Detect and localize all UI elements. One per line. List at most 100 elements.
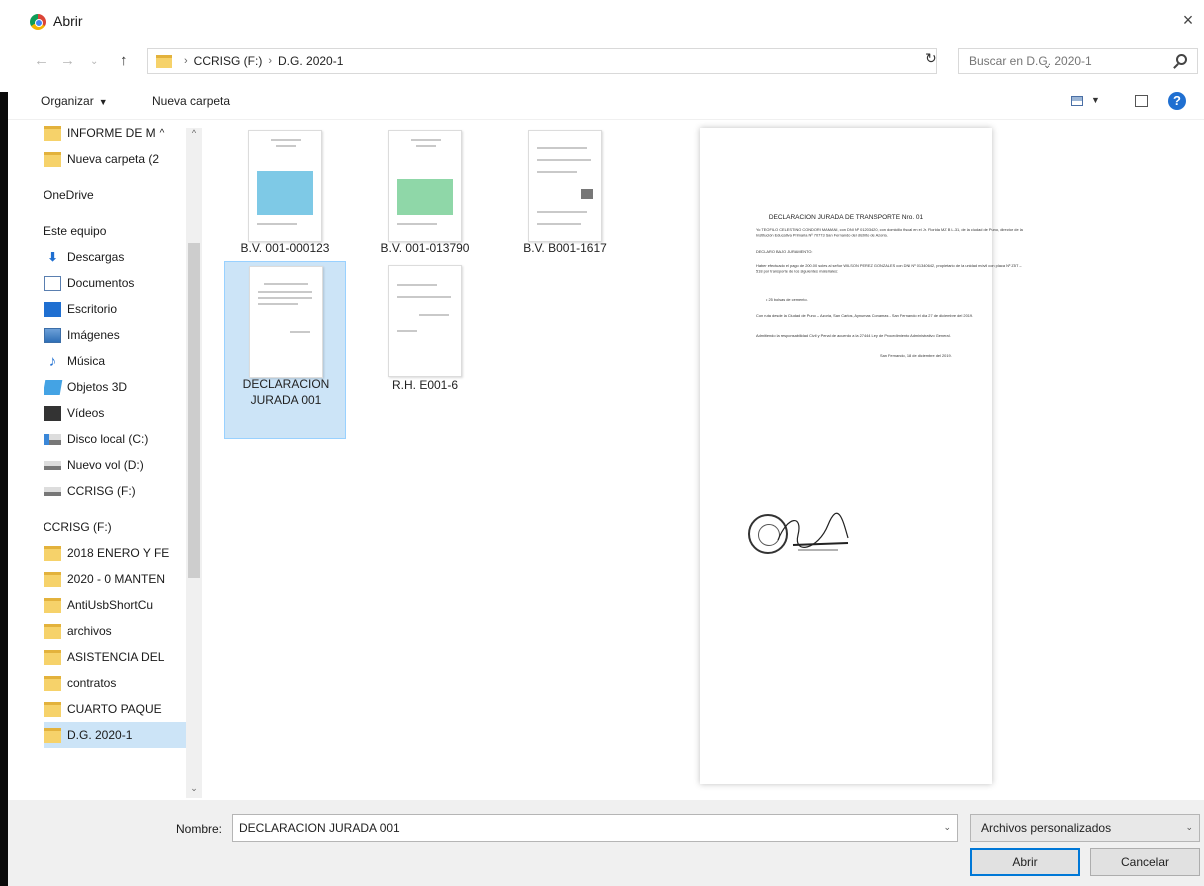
- sidebar-item[interactable]: 2018 ENERO Y FE: [44, 540, 194, 566]
- organize-menu[interactable]: Organizar ▼: [41, 94, 108, 108]
- file-thumbnail: [248, 130, 322, 242]
- folder-icon: [44, 701, 61, 717]
- music-icon: ♪: [48, 352, 57, 370]
- sidebar-item-label: ASISTENCIA DEL: [67, 650, 165, 664]
- folder-icon: [44, 623, 61, 639]
- search-box[interactable]: [958, 48, 1198, 74]
- preview-pane: DECLARACION JURADA DE TRANSPORTE Nro. 01…: [700, 128, 1023, 788]
- sidebar-item[interactable]: Nueva carpeta (2: [44, 146, 194, 172]
- file-item[interactable]: R.H. E001-6: [364, 261, 486, 439]
- sidebar-item-videos[interactable]: Vídeos: [44, 400, 194, 426]
- sidebar-item[interactable]: 2020 - 0 MANTEN: [44, 566, 194, 592]
- signature-icon: [777, 512, 849, 551]
- sidebar-item-this-pc[interactable]: Este equipo: [44, 218, 170, 244]
- sidebar-item-downloads[interactable]: ⬇ Descargas: [44, 244, 194, 270]
- collapse-icon[interactable]: ^: [160, 128, 165, 139]
- scroll-thumb[interactable]: [188, 243, 200, 578]
- sidebar-item[interactable]: CUARTO PAQUE: [44, 696, 194, 722]
- close-button[interactable]: ×: [1178, 10, 1198, 30]
- folder-icon: [44, 125, 61, 141]
- folder-icon: [44, 571, 61, 587]
- sidebar-item-documents[interactable]: Documentos: [44, 270, 194, 296]
- sidebar-item[interactable]: ASISTENCIA DEL: [44, 644, 194, 670]
- sidebar-item[interactable]: contratos: [44, 670, 194, 696]
- sidebar-item-onedrive[interactable]: OneDrive: [44, 182, 170, 208]
- sidebar-item-label: Vídeos: [67, 406, 105, 420]
- sidebar-item-label: Documentos: [67, 276, 135, 290]
- view-options-icon[interactable]: [1071, 96, 1083, 106]
- chevron-down-icon[interactable]: ⌄: [943, 822, 951, 833]
- sidebar-item-label: Nueva carpeta (2: [67, 152, 160, 166]
- folder-icon: [44, 545, 61, 561]
- recent-locations-icon[interactable]: ⌄: [90, 56, 98, 67]
- file-type-select[interactable]: Archivos personalizados ⌄: [970, 814, 1200, 842]
- preview-paragraph: San Fernando, 18 de diciembre del 2019.: [880, 354, 952, 359]
- open-button[interactable]: Abrir: [970, 848, 1080, 876]
- sidebar-item-label: Escritorio: [67, 302, 118, 316]
- sidebar-item-drive-c[interactable]: Disco local (C:): [44, 426, 194, 452]
- forward-arrow-icon[interactable]: →: [60, 52, 75, 69]
- sidebar-item-label: Este equipo: [44, 224, 107, 238]
- search-input[interactable]: [969, 54, 1169, 68]
- sidebar-item[interactable]: archivos: [44, 618, 194, 644]
- filename-label: Nombre:: [176, 822, 223, 836]
- back-arrow-icon[interactable]: ←: [34, 52, 49, 69]
- breadcrumb-folder[interactable]: D.G. 2020-1: [278, 54, 343, 68]
- scroll-down-icon[interactable]: ⌄: [188, 783, 200, 794]
- preview-paragraph: • 25 bolsas de cemento.: [766, 298, 808, 303]
- folder-icon: [44, 675, 61, 691]
- organize-label: Organizar: [41, 94, 94, 108]
- preview-paragraph: Admitiendo la responsabilidad Civil y Pe…: [756, 334, 951, 339]
- address-bar[interactable]: › CCRISG (F:) › D.G. 2020-1 ⌄: [147, 48, 1051, 74]
- sidebar-item-label: Música: [67, 354, 106, 368]
- breadcrumb-drive[interactable]: CCRISG (F:): [194, 54, 263, 68]
- sidebar-item[interactable]: AntiUsbShortCu: [44, 592, 194, 618]
- sidebar-item-label: Disco local (C:): [67, 432, 149, 446]
- file-list: B.V. 001-000123 B.V. 001-013790 B.V. B00…: [214, 120, 694, 800]
- preview-paragraph: Con ruta desde la Ciudad de Puno – Azori…: [756, 314, 974, 319]
- folder-icon: [44, 649, 61, 665]
- filename-field[interactable]: ⌄: [232, 814, 958, 842]
- filename-input[interactable]: [239, 821, 929, 835]
- sidebar-item[interactable]: INFORME DE M ^: [44, 120, 194, 146]
- sidebar-item-label: CCRISG (F:): [44, 520, 112, 534]
- drive-icon: [44, 486, 61, 496]
- folder-icon: [44, 597, 61, 613]
- sidebar-item-music[interactable]: ♪ Música: [44, 348, 194, 374]
- chevron-right-icon: ›: [184, 55, 188, 67]
- preview-pane-icon[interactable]: [1135, 95, 1148, 107]
- sidebar-item-label: contratos: [67, 676, 117, 690]
- scroll-up-icon[interactable]: ^: [188, 128, 200, 138]
- file-name: B.V. B001-1617: [523, 241, 607, 255]
- window-title: Abrir: [53, 13, 83, 29]
- preview-paragraph: DECLARO BAJO JURAMENTO:: [756, 250, 813, 255]
- up-arrow-icon[interactable]: ↑: [120, 52, 128, 69]
- help-icon[interactable]: ?: [1168, 92, 1186, 110]
- sidebar-item-3d-objects[interactable]: Objetos 3D: [44, 374, 194, 400]
- chevron-right-icon: ›: [268, 55, 273, 67]
- sidebar-item-label: AntiUsbShortCu: [67, 598, 154, 612]
- file-thumbnail: [249, 266, 323, 378]
- document-icon: [44, 275, 61, 291]
- background-window-edge: [0, 92, 8, 886]
- caret-down-icon[interactable]: ▼: [1091, 95, 1100, 105]
- nav-scrollbar[interactable]: ^ ⌄: [186, 128, 202, 798]
- file-item[interactable]: B.V. B001-1617: [504, 120, 626, 298]
- sidebar-item-label: Nuevo vol (D:): [67, 458, 144, 472]
- chrome-icon: [30, 14, 46, 30]
- title-bar: Abrir ×: [8, 0, 1204, 40]
- sidebar-item-drive-f[interactable]: CCRISG (F:): [44, 478, 194, 504]
- sidebar-item-label: 2020 - 0 MANTEN: [67, 572, 166, 586]
- file-thumbnail: [388, 265, 462, 377]
- sidebar-item-selected[interactable]: D.G. 2020-1: [44, 722, 194, 748]
- file-item-selected[interactable]: DECLARACION JURADA 001: [224, 261, 346, 439]
- cancel-button[interactable]: Cancelar: [1090, 848, 1200, 876]
- sidebar-item-pictures[interactable]: Imágenes: [44, 322, 194, 348]
- sidebar-item-drive-d[interactable]: Nuevo vol (D:): [44, 452, 194, 478]
- drive-icon: [44, 433, 61, 445]
- sidebar-item-desktop[interactable]: Escritorio: [44, 296, 194, 322]
- new-folder-button[interactable]: Nueva carpeta: [152, 94, 230, 108]
- chevron-down-icon: ⌄: [1185, 822, 1193, 832]
- sidebar-item-drive-f-root[interactable]: CCRISG (F:): [44, 514, 170, 540]
- refresh-icon[interactable]: ↻: [925, 50, 937, 67]
